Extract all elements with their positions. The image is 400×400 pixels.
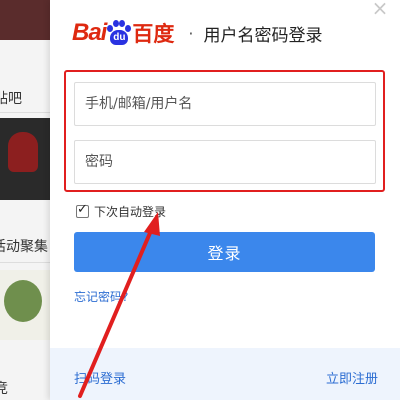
- background-divider: [0, 112, 54, 113]
- dialog-title: 用户名密码登录: [203, 25, 323, 46]
- logo-chinese-text: 百度: [132, 23, 175, 46]
- logo-bai-text: Bai: [72, 19, 107, 46]
- logo-du-text: du: [110, 30, 129, 45]
- qr-login-link[interactable]: 扫码登录: [74, 368, 126, 387]
- header-separator: ·: [188, 23, 194, 43]
- close-icon: ×: [371, 0, 389, 20]
- forgot-password-link[interactable]: 忘记密码?: [74, 288, 128, 305]
- dialog-footer: 扫码登录 立即注册: [50, 348, 400, 400]
- username-input[interactable]: [75, 83, 375, 125]
- dialog-header: Bai du 百度 · 用户名密码登录: [72, 18, 322, 48]
- baidu-logo: Bai du 百度: [72, 18, 174, 48]
- password-field[interactable]: [74, 140, 376, 184]
- remember-label: 下次自动登录: [94, 205, 167, 219]
- login-button[interactable]: 登录: [74, 232, 375, 272]
- background-text: 竞: [0, 381, 8, 397]
- background-text: 贴吧: [0, 91, 22, 107]
- background-page: 贴吧 活动聚集 竞: [0, 0, 54, 400]
- username-field[interactable]: [74, 82, 376, 126]
- background-thumbnail: [0, 118, 50, 200]
- remember-me[interactable]: 下次自动登录: [76, 202, 167, 220]
- close-button[interactable]: ×: [370, 0, 390, 20]
- paw-icon: du: [107, 20, 132, 46]
- background-thumbnail: [0, 0, 50, 40]
- remember-checkbox[interactable]: [76, 202, 89, 218]
- background-text: 活动聚集: [0, 239, 48, 255]
- register-link[interactable]: 立即注册: [326, 368, 378, 387]
- background-divider: [0, 262, 54, 263]
- login-dialog: × Bai du 百度 · 用户名密码登录 下次自动登录 登录 忘记密码? 扫码…: [50, 0, 400, 400]
- password-input[interactable]: [75, 141, 375, 183]
- background-thumbnail: [0, 270, 50, 340]
